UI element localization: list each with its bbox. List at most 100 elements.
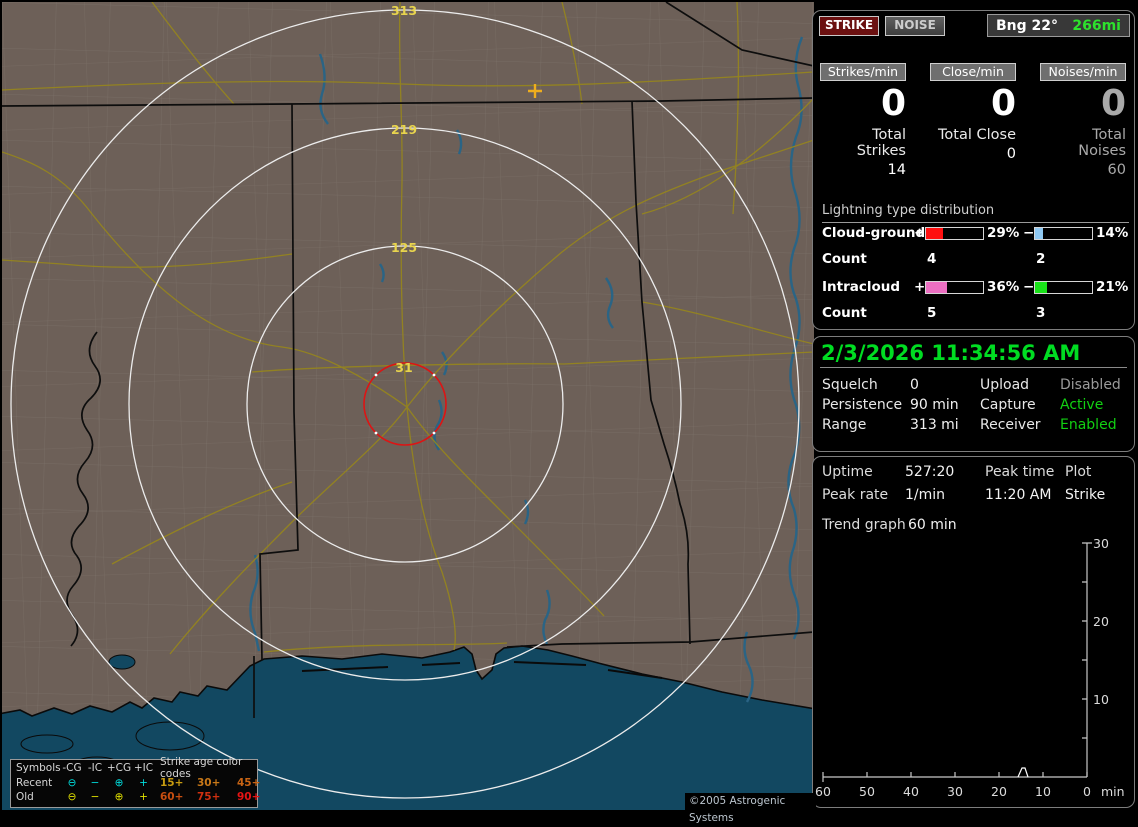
legend-col-neg-ic: -IC bbox=[87, 762, 103, 775]
status-panel: 2/3/2026 11:34:56 AM Squelch 0 Upload Di… bbox=[812, 336, 1135, 452]
pos-cg-recent-icon: ⊕ bbox=[114, 776, 124, 789]
peak-time-label: Peak time bbox=[985, 464, 1055, 480]
cg-plus-pct: 29% bbox=[987, 225, 1020, 241]
total-close-label: Total Close bbox=[938, 127, 1016, 143]
noise-toggle-button[interactable]: NOISE bbox=[885, 16, 945, 36]
total-strikes-value: 14 bbox=[887, 162, 906, 178]
intracloud-row: Intracloud + 36% − 21% bbox=[813, 279, 1134, 295]
noises-per-min-value: 0 bbox=[1100, 83, 1126, 124]
x-tick-30: 30 bbox=[947, 784, 963, 799]
peak-rate-row: Peak rate 1/min 11:20 AM Strike bbox=[813, 487, 1134, 507]
ic-plus-bar bbox=[925, 281, 984, 294]
x-tick-50: 50 bbox=[859, 784, 875, 799]
capture-status: Active bbox=[1060, 397, 1104, 413]
bearing-value: Bng 22° bbox=[996, 17, 1059, 34]
squelch-value: 0 bbox=[910, 377, 919, 393]
strikes-counter: Strikes/min 0 Total Strikes 14 bbox=[820, 63, 906, 178]
trend-graph: 30 20 10 60 50 40 30 20 10 0 min bbox=[815, 536, 1125, 799]
persistence-value: 90 min bbox=[910, 397, 959, 413]
upload-label: Upload bbox=[980, 377, 1030, 393]
neg-cg-recent-icon: ⊖ bbox=[67, 776, 77, 789]
capture-label: Capture bbox=[980, 397, 1036, 413]
cg-minus-bar bbox=[1034, 227, 1093, 240]
legend-old-label: Old bbox=[16, 791, 34, 804]
datetime-display: 2/3/2026 11:34:56 AM bbox=[821, 341, 1081, 365]
ic-minus-count: 3 bbox=[1036, 305, 1046, 321]
cg-minus-count: 2 bbox=[1036, 251, 1046, 267]
ic-plus-bar-fill bbox=[926, 282, 947, 293]
ring-label-31: 31 bbox=[395, 360, 412, 375]
total-noises-label: Total Noises bbox=[1078, 127, 1126, 159]
receiver-status: Enabled bbox=[1060, 417, 1117, 433]
legend-col-pos-cg: +CG bbox=[106, 762, 132, 775]
ic-plus-pct: 36% bbox=[987, 279, 1020, 295]
status-row: Squelch 0 Upload Disabled bbox=[813, 377, 1134, 397]
minus-sign: − bbox=[1023, 225, 1035, 241]
legend-col-neg-cg: -CG bbox=[62, 762, 82, 775]
pos-cg-old-icon: ⊕ bbox=[114, 791, 124, 804]
intracloud-count-row: Count 5 3 bbox=[813, 305, 1134, 321]
cg-plus-bar bbox=[925, 227, 984, 240]
close-counter: Close/min 0 Total Close 0 bbox=[930, 63, 1016, 162]
legend-col-pos-ic: +IC bbox=[133, 762, 154, 775]
trend-panel: Uptime 527:20 Peak time Plot Peak rate 1… bbox=[812, 456, 1135, 808]
legend-recent-label: Recent bbox=[16, 776, 53, 789]
age-code-15: 15+ bbox=[160, 776, 184, 789]
noises-counter: Noises/min 0 Total Noises 60 bbox=[1040, 63, 1126, 178]
peak-rate-value: 1/min bbox=[905, 487, 946, 503]
range-label: Range bbox=[822, 417, 867, 433]
map[interactable]: 313 219 125 31 Symbols -CG -IC +CG +IC S… bbox=[2, 2, 816, 824]
noises-per-min-chip: Noises/min bbox=[1040, 63, 1126, 81]
x-tick-10: 10 bbox=[1035, 784, 1051, 799]
status-separator bbox=[820, 367, 1127, 368]
map-legend: Symbols -CG -IC +CG +IC Strike age color… bbox=[10, 756, 260, 808]
ic-plus-count: 5 bbox=[927, 305, 937, 321]
y-tick-30: 30 bbox=[1093, 536, 1109, 551]
x-tick-20: 20 bbox=[991, 784, 1007, 799]
ic-minus-pct: 21% bbox=[1096, 279, 1129, 295]
minus-sign: − bbox=[1023, 279, 1035, 295]
plus-sign: + bbox=[914, 225, 926, 241]
bearing-distance: 266mi bbox=[1072, 17, 1121, 34]
trend-graph-row: Trend graph 60 min bbox=[813, 517, 1134, 537]
count-label: Count bbox=[822, 305, 867, 321]
count-label: Count bbox=[822, 251, 867, 267]
close-per-min-value: 0 bbox=[990, 83, 1016, 124]
cloud-ground-label: Cloud-ground bbox=[822, 225, 926, 241]
y-tick-20: 20 bbox=[1093, 614, 1109, 629]
map-svg: 313 219 125 31 bbox=[2, 2, 814, 810]
ring-label-125: 125 bbox=[391, 240, 417, 255]
range-value: 313 mi bbox=[910, 417, 959, 433]
pos-ic-recent-icon: + bbox=[139, 776, 148, 789]
uptime-row: Uptime 527:20 Peak time Plot bbox=[813, 464, 1134, 484]
x-tick-40: 40 bbox=[903, 784, 919, 799]
trend-graph-label: Trend graph bbox=[822, 517, 906, 533]
upload-status: Disabled bbox=[1060, 377, 1121, 393]
cg-plus-bar-fill bbox=[926, 228, 943, 239]
legend-symbols-header: Symbols bbox=[16, 762, 61, 775]
app-window: 313 219 125 31 Symbols -CG -IC +CG +IC S… bbox=[0, 0, 1138, 824]
status-row: Range 313 mi Receiver Enabled bbox=[813, 417, 1134, 437]
trend-series-spike bbox=[1017, 767, 1029, 778]
plus-sign: + bbox=[914, 279, 926, 295]
peak-time-value: 11:20 AM bbox=[985, 487, 1052, 503]
uptime-label: Uptime bbox=[822, 464, 873, 480]
cg-minus-bar-fill bbox=[1035, 228, 1043, 239]
strike-stats-panel: STRIKE NOISE Bng 22° 266mi Strikes/min 0… bbox=[812, 10, 1135, 330]
plot-value: Strike bbox=[1065, 487, 1106, 503]
x-axis-unit: min bbox=[1101, 784, 1125, 799]
receiver-label: Receiver bbox=[980, 417, 1041, 433]
ic-minus-bar bbox=[1034, 281, 1093, 294]
uptime-value: 527:20 bbox=[905, 464, 955, 480]
ring-label-219: 219 bbox=[391, 122, 417, 137]
neg-cg-old-icon: ⊖ bbox=[67, 791, 77, 804]
close-per-min-chip: Close/min bbox=[930, 63, 1016, 81]
cg-plus-count: 4 bbox=[927, 251, 937, 267]
cloud-ground-count-row: Count 4 2 bbox=[813, 251, 1134, 267]
ic-minus-bar-fill bbox=[1035, 282, 1047, 293]
trend-graph-window: 60 min bbox=[908, 517, 957, 533]
copyright-notice: ©2005 Astrogenic Systems bbox=[685, 793, 816, 824]
status-row: Persistence 90 min Capture Active bbox=[813, 397, 1134, 417]
strike-toggle-button[interactable]: STRIKE bbox=[819, 16, 879, 36]
age-code-60: 60+ bbox=[160, 791, 184, 804]
